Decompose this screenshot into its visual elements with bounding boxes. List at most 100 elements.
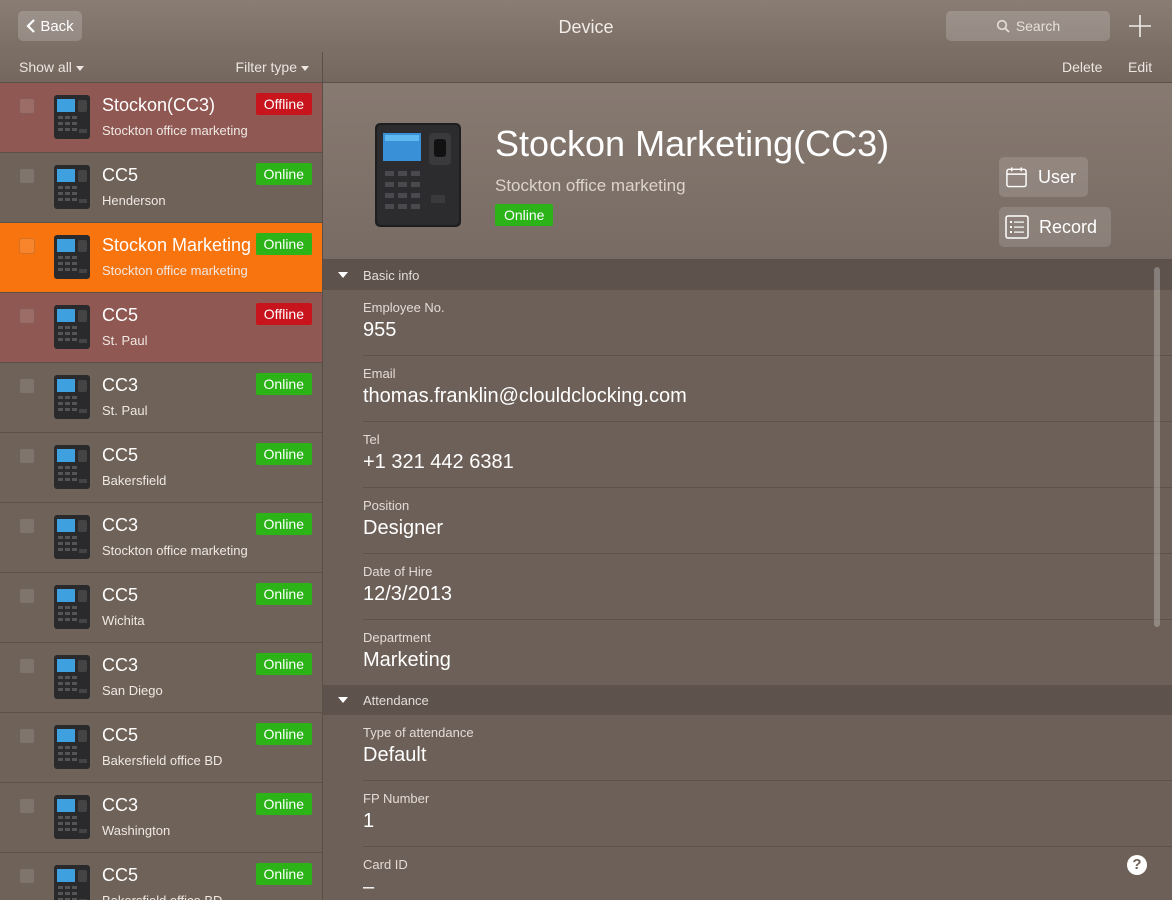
status-badge: Online (255, 653, 312, 675)
edit-button[interactable]: Edit (1128, 59, 1152, 75)
device-location: Henderson (102, 193, 166, 208)
status-badge: Online (255, 513, 312, 535)
row-checkbox[interactable] (19, 308, 35, 324)
device-subtitle: Stockton office marketing (495, 176, 686, 195)
device-thumbnail-icon (54, 375, 90, 419)
status-badge: Online (255, 443, 312, 465)
status-badge: Online (255, 163, 312, 185)
device-list-item[interactable]: Stockon(CC3) Stockton office marketing O… (0, 83, 322, 153)
row-checkbox[interactable] (19, 238, 35, 254)
device-name: CC3 (102, 375, 139, 395)
device-list-item[interactable]: CC5 Bakersfield office BD Online (0, 853, 322, 900)
filter-type-label: Filter type (235, 59, 297, 75)
basic-info-fields: Employee No. 955 Email thomas.franklin@c… (323, 290, 1172, 685)
row-checkbox[interactable] (19, 588, 35, 604)
detail-field: Card ID – (363, 847, 1172, 900)
device-list-panel: Show all Filter type Stockon(CC3) Stockt… (0, 52, 323, 900)
field-label: FP Number (363, 791, 430, 806)
device-thumbnail-icon (54, 725, 90, 769)
field-label: Tel (363, 432, 380, 447)
device-list-item[interactable]: CC3 San Diego Online (0, 643, 322, 713)
field-label: Department (363, 630, 431, 645)
detail-field: FP Number 1 (363, 781, 1172, 847)
status-badge: Offline (255, 93, 312, 115)
device-thumbnail-icon (54, 795, 90, 839)
help-icon[interactable]: ? (1127, 855, 1147, 875)
field-label: Type of attendance (363, 725, 474, 740)
detail-field: Type of attendance Default (363, 715, 1172, 781)
status-badge: Online (255, 793, 312, 815)
device-name: CC3 (102, 655, 139, 675)
show-all-dropdown[interactable]: Show all (19, 59, 84, 75)
device-name: CC5 (102, 725, 139, 745)
device-location: Bakersfield office BD (102, 753, 223, 768)
device-list-item[interactable]: CC5 Wichita Online (0, 573, 322, 643)
device-name: CC5 (102, 445, 139, 465)
device-image (375, 123, 461, 227)
device-location: Stockton office marketing (102, 543, 248, 558)
device-list-item[interactable]: CC5 Bakersfield Online (0, 433, 322, 503)
list-filter-bar: Show all Filter type (0, 52, 322, 83)
status-badge: Online (255, 723, 312, 745)
device-detail-panel: Delete Edit Stockon Marketing(CC3) Stock… (323, 52, 1172, 900)
device-location: Bakersfield office BD (102, 893, 222, 900)
device-thumbnail-icon (54, 305, 90, 349)
filter-type-dropdown[interactable]: Filter type (236, 59, 309, 75)
device-list-item[interactable]: CC3 Washington Online (0, 783, 322, 853)
device-location: Stockton office marketing (102, 263, 248, 278)
row-checkbox[interactable] (19, 98, 35, 114)
device-list-item[interactable]: CC5 Bakersfield office BD Online (0, 713, 322, 783)
status-badge: Online (255, 583, 312, 605)
device-thumbnail-icon (54, 585, 90, 629)
detail-field: Position Designer (363, 488, 1172, 554)
section-heading: Basic info (363, 268, 420, 283)
device-header: Stockon Marketing(CC3) Stockton office m… (323, 83, 1172, 260)
record-button[interactable]: Record (999, 207, 1111, 247)
back-button[interactable]: Back (18, 11, 82, 41)
device-location: Stockton office marketing (102, 123, 248, 138)
caret-down-icon (301, 65, 309, 71)
show-all-label: Show all (19, 59, 72, 75)
user-button[interactable]: User (999, 157, 1088, 197)
device-location: Washington (102, 823, 171, 838)
field-value: thomas.franklin@clouldclocking.com (363, 385, 687, 407)
device-thumbnail-icon (54, 235, 90, 279)
attendance-fields: Type of attendance Default FP Number 1 C… (323, 715, 1172, 900)
section-basic-info[interactable]: Basic info (323, 260, 1172, 290)
field-value: +1 321 442 6381 (363, 451, 514, 473)
row-checkbox[interactable] (19, 518, 35, 534)
delete-button[interactable]: Delete (1062, 59, 1102, 75)
detail-field: Date of Hire 12/3/2013 (363, 554, 1172, 620)
section-attendance[interactable]: Attendance (323, 685, 1172, 715)
row-checkbox[interactable] (19, 868, 35, 884)
search-input[interactable]: Search (946, 11, 1110, 41)
row-checkbox[interactable] (19, 728, 35, 744)
device-list-item[interactable]: CC3 St. Paul Online (0, 363, 322, 433)
row-checkbox[interactable] (19, 378, 35, 394)
device-name: CC3 (102, 515, 139, 535)
field-value: Designer (363, 517, 444, 539)
status-badge: Online (255, 863, 312, 885)
device-thumbnail-icon (54, 515, 90, 559)
device-list-item[interactable]: CC5 St. Paul Offline (0, 293, 322, 363)
device-list-item[interactable]: CC3 Stockton office marketing Online (0, 503, 322, 573)
calendar-icon (1006, 167, 1027, 188)
add-icon[interactable] (1126, 12, 1154, 40)
row-checkbox[interactable] (19, 798, 35, 814)
status-badge: Online (255, 233, 312, 255)
device-list-item[interactable]: CC5 Henderson Online (0, 153, 322, 223)
device-name: CC5 (102, 865, 139, 885)
scrollbar[interactable] (1154, 267, 1160, 627)
field-label: Date of Hire (363, 564, 433, 579)
row-checkbox[interactable] (19, 448, 35, 464)
device-title: Stockon Marketing(CC3) (495, 123, 890, 164)
row-checkbox[interactable] (19, 658, 35, 674)
device-list-item[interactable]: Stockon Marketing Stockton office market… (0, 223, 322, 293)
caret-down-icon (75, 65, 84, 71)
back-label: Back (40, 17, 74, 35)
field-value: Marketing (363, 649, 451, 671)
field-value: 1 (363, 810, 375, 832)
device-location: St. Paul (102, 333, 148, 348)
row-checkbox[interactable] (19, 168, 35, 184)
device-location: San Diego (102, 683, 163, 698)
